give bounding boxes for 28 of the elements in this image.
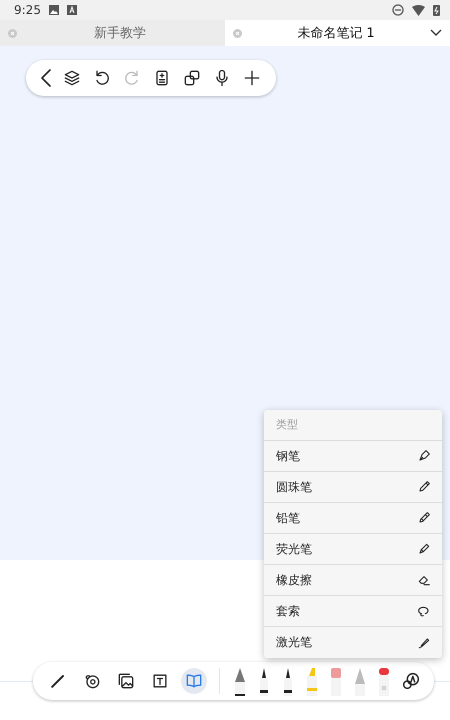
copy-icon [182, 68, 202, 88]
layers-icon [62, 68, 82, 88]
image-icon [48, 5, 59, 15]
add-icon [242, 68, 262, 88]
menu-item[interactable]: 圆珠笔 [264, 472, 442, 503]
do-not-disturb-icon [392, 4, 404, 16]
layers-button[interactable] [62, 68, 82, 88]
add-button[interactable] [242, 68, 262, 88]
back-button[interactable] [40, 68, 52, 88]
menu-item[interactable]: 激光笔 [264, 627, 442, 658]
image-icon [116, 671, 136, 691]
menu-item[interactable]: 橡皮擦 [264, 565, 442, 596]
menu-item[interactable]: 钢笔 [264, 441, 442, 472]
menu-title: 类型 [264, 410, 442, 441]
app-icon [66, 5, 77, 15]
pen-icon[interactable] [232, 666, 248, 696]
battery-icon [433, 4, 440, 16]
wifi-icon [412, 4, 425, 16]
color-palette-icon[interactable] [400, 670, 422, 692]
copy-button[interactable] [182, 68, 202, 88]
status-time: 9:25 [14, 3, 41, 17]
book-tool[interactable] [181, 668, 207, 694]
note-tab[interactable]: 未命名笔记 1 [225, 20, 450, 46]
dropdown-icon[interactable] [430, 29, 442, 37]
menu-item[interactable]: 铅笔 [264, 503, 442, 534]
back-icon [40, 68, 52, 88]
menu-item[interactable]: 荧光笔 [264, 534, 442, 565]
menu-item[interactable]: 套索 [264, 596, 442, 627]
